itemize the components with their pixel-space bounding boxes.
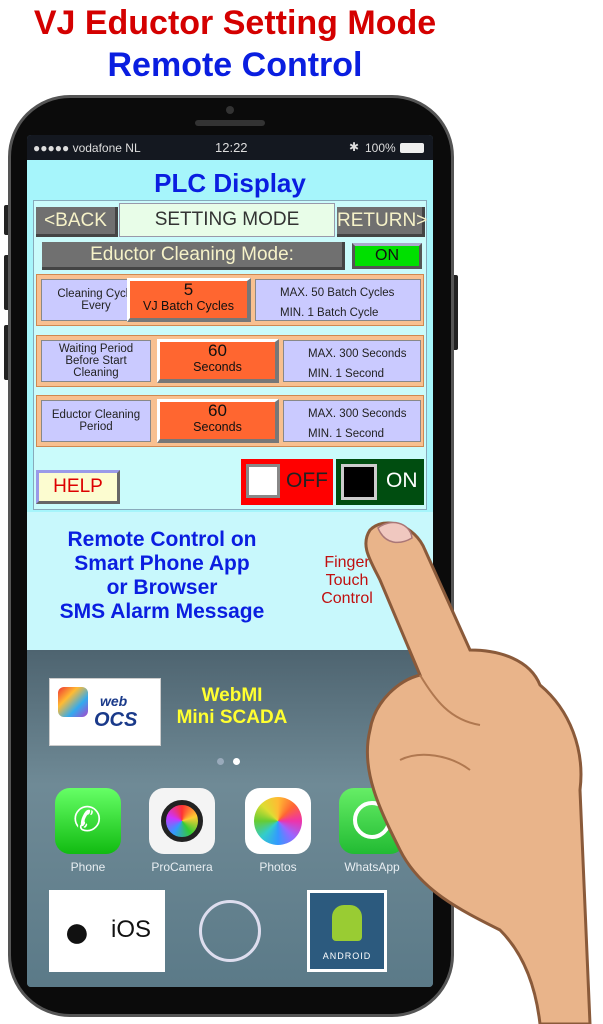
unit: Seconds [193, 420, 242, 434]
row-label: Eductor Cleaning Period [41, 400, 151, 442]
unit: Seconds [193, 360, 242, 374]
min-limit: MIN. 1 Second [308, 428, 385, 440]
bluetooth-icon: ✱ [349, 140, 360, 154]
max-limit: MAX. 300 Seconds [308, 348, 407, 360]
app-label: Photos [259, 860, 297, 874]
value: 60 [208, 401, 227, 420]
setting-row-cleaning-cycle: Cleaning Cycle Every 5 VJ Batch Cycles MA… [36, 274, 424, 326]
front-camera [226, 106, 234, 114]
webocs-logo: web OCS [49, 678, 161, 746]
eductor-mode-label: Eductor Cleaning Mode: [42, 242, 345, 270]
back-button[interactable]: <BACK [36, 207, 118, 237]
setting-row-cleaning-period: Eductor Cleaning Period 60 Seconds MAX. 3… [36, 395, 424, 447]
page-dot[interactable] [217, 758, 224, 765]
remote-text: Remote Control on Smart Phone App or Brows… [59, 528, 265, 623]
off-label: OFF [286, 469, 328, 492]
status-bar: ●●●●● vodafone NL 12:22 ✱ 100% [27, 135, 433, 160]
min-limit: MIN. 1 Second [308, 368, 385, 380]
on-button[interactable]: ON [336, 459, 424, 505]
row-label: Waiting Period Before Start Cleaning [41, 340, 151, 382]
plc-title: PLC Display [154, 168, 306, 198]
off-indicator [246, 464, 280, 498]
app-label: ProCamera [151, 860, 213, 874]
clock: 12:22 [215, 140, 248, 155]
value-input[interactable]: 60 Seconds [157, 339, 279, 383]
camera-icon[interactable] [149, 788, 215, 854]
max-limit: MAX. 300 Seconds [308, 408, 407, 420]
page-subtitle: Remote Control [107, 46, 363, 84]
phone-icon[interactable]: ✆ [55, 788, 121, 854]
row-limits: MAX. 300 Seconds MIN. 1 Second [283, 340, 421, 382]
off-button[interactable]: OFF [241, 459, 333, 505]
battery-icon [400, 143, 424, 153]
app-label: Phone [70, 860, 106, 874]
row-limits: MAX. 300 Seconds MIN. 1 Second [283, 400, 421, 442]
setting-row-waiting-period: Waiting Period Before Start Cleaning 60 S… [36, 335, 424, 387]
carrier: ●●●●● vodafone NL [33, 141, 141, 155]
max-limit: MAX. 50 Batch Cycles [280, 287, 395, 299]
speaker [195, 120, 265, 126]
setting-panel: <BACK SETTING MODE RETURN> Eductor Clean… [33, 200, 427, 510]
eductor-mode-toggle[interactable]: ON [352, 243, 422, 269]
unit: VJ Batch Cycles [142, 299, 234, 313]
finger-touch-hand [364, 521, 592, 1024]
home-button[interactable] [199, 900, 261, 962]
page-dot-active[interactable] [233, 758, 240, 765]
page-title: VJ Eductor Setting Mode [33, 4, 437, 42]
help-button[interactable]: HELP [36, 470, 120, 504]
webmi-label: WebMI Mini SCADA [176, 685, 288, 728]
photos-icon[interactable] [245, 788, 311, 854]
battery-percent: 100% [365, 141, 396, 155]
ios-logo: ● iOS [49, 890, 165, 972]
mode-title: SETTING MODE [119, 203, 335, 237]
value-input[interactable]: 5 VJ Batch Cycles [127, 278, 251, 322]
min-limit: MIN. 1 Batch Cycle [280, 307, 379, 319]
return-button[interactable]: RETURN> [337, 207, 427, 237]
value-input[interactable]: 60 Seconds [157, 399, 279, 443]
on-indicator [341, 464, 377, 500]
on-label: ON [386, 469, 418, 492]
value: 60 [208, 341, 227, 360]
value: 5 [183, 280, 194, 299]
row-limits: MAX. 50 Batch Cycles MIN. 1 Batch Cycle [255, 279, 421, 321]
